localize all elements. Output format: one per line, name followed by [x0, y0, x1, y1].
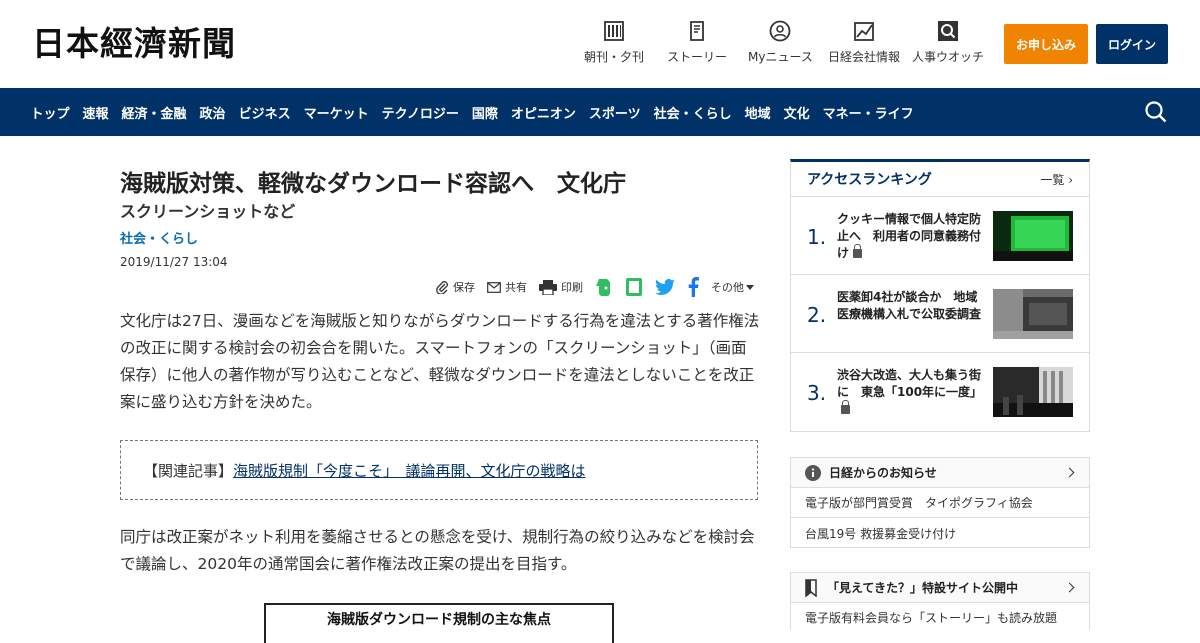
site-header: 日本經濟新聞 朝刊・夕刊 ストーリー Myニュース 日経会社情報 人事ウオッチ …	[0, 0, 1200, 88]
twitter-icon[interactable]	[655, 278, 675, 296]
article-paragraph-1: 文化庁は27日、漫画などを海賊版と知りながらダウンロードする行為を違法とする著作…	[120, 312, 760, 411]
caret-down-icon	[746, 284, 754, 290]
newspaper-icon	[604, 21, 624, 41]
nav-story[interactable]: ストーリー	[667, 20, 727, 70]
nav-company-info[interactable]: 日経会社情報	[828, 20, 900, 70]
thumbnail-image	[993, 211, 1073, 261]
article-subtitle: スクリーンショットなど	[120, 202, 296, 221]
printer-icon	[539, 279, 557, 295]
ranking-more-link[interactable]: 一覧 ›	[1040, 171, 1073, 188]
user-icon	[770, 20, 791, 42]
figure-title: 海賊版ダウンロード規制の主な焦点	[264, 603, 614, 643]
nav-item-society[interactable]: 社会・くらし	[647, 103, 738, 122]
lock-icon	[853, 244, 863, 258]
ranking-text: クッキー情報で個人特定防止へ 利用者の同意義務付け	[837, 212, 982, 260]
subscribe-button[interactable]: お申し込み	[1004, 24, 1088, 64]
info-icon	[805, 464, 821, 481]
chevron-right-icon	[1064, 582, 1075, 593]
nav-item-culture[interactable]: 文化	[777, 103, 816, 122]
lock-icon	[841, 400, 850, 414]
nav-story-label: ストーリー	[667, 50, 728, 64]
thumbnail-image	[993, 289, 1073, 339]
nav-item-business[interactable]: ビジネス	[232, 103, 297, 122]
ranking-text: 医薬卸4社が談合か 地域医療機構入札で公取委調査	[837, 290, 982, 321]
ranking-item[interactable]: 2. 医薬卸4社が談合か 地域医療機構入札で公取委調査	[791, 275, 1089, 353]
nav-item-politics[interactable]: 政治	[193, 103, 232, 122]
notice-item[interactable]: 台風19号 救援募金受け付け	[791, 518, 1089, 548]
article-paragraph-2: 同庁は改正案がネット利用を萎縮させるとの懸念を受け、規制行為の絞り込みなどを検討…	[120, 528, 755, 573]
category-nav: トップ 速報 経済・金融 政治 ビジネス マーケット テクノロジー 国際 オピニ…	[0, 88, 1200, 136]
nav-item-technology[interactable]: テクノロジー	[375, 103, 465, 122]
special-title: 「見えてきた？」特設サイト公開中	[827, 581, 1019, 595]
nav-mynews[interactable]: Myニュース	[748, 20, 813, 70]
nav-newspaper[interactable]: 朝刊・夕刊	[584, 20, 644, 70]
site-logo[interactable]: 日本經濟新聞	[32, 26, 236, 62]
clip-icon	[436, 280, 448, 294]
ranking-item[interactable]: 1. クッキー情報で個人特定防止へ 利用者の同意義務付け	[791, 197, 1089, 275]
nav-personnel-label: 人事ウオッチ	[912, 50, 985, 64]
bookmark-icon	[805, 578, 817, 597]
ranking-text: 渋谷大改造、大人も集う街に 東急「100年に一度」	[837, 367, 985, 418]
article-toolbar: 保存 共有 印刷 その他	[120, 274, 758, 300]
ranking-number: 2.	[807, 303, 827, 327]
notice-header[interactable]: 日経からのお知らせ	[791, 458, 1089, 488]
nav-item-money-life[interactable]: マネー・ライフ	[816, 103, 920, 122]
nav-company-info-label: 日経会社情報	[828, 50, 901, 64]
article-category[interactable]: 社会・くらし	[120, 230, 760, 250]
chart-icon	[854, 22, 874, 41]
ranking-number: 3.	[807, 381, 827, 405]
access-ranking: アクセスランキング 一覧 › 1. クッキー情報で個人特定防止へ 利用者の同意義…	[790, 159, 1090, 432]
print-button[interactable]: 印刷	[539, 279, 583, 295]
related-article-box: 【関連記事】 海賊版規制「今度こそ」 議論再開、文化庁の戦略は	[120, 440, 758, 500]
save-button[interactable]: 保存	[436, 279, 475, 295]
special-header[interactable]: 「見えてきた？」特設サイト公開中	[791, 573, 1089, 603]
ranking-header: アクセスランキング 一覧 ›	[791, 162, 1089, 197]
nav-personnel[interactable]: 人事ウオッチ	[912, 20, 984, 70]
notice-title: 日経からのお知らせ	[829, 466, 937, 480]
article-date: 2019/11/27 13:04	[120, 255, 228, 269]
nav-item-opinion[interactable]: オピニオン	[504, 103, 582, 122]
notice-item[interactable]: 電子版が部門賞受賞 タイポグラフィ協会	[791, 488, 1089, 518]
nav-mynews-label: Myニュース	[748, 50, 813, 64]
article: 海賊版対策、軽微なダウンロード容認へ 文化庁 スクリーンショットなど 社会・くら…	[120, 160, 760, 643]
nav-item-top[interactable]: トップ	[24, 103, 76, 122]
search-person-icon	[938, 21, 958, 41]
related-label: 【関連記事】	[143, 461, 234, 480]
related-article-link[interactable]: 海賊版規制「今度こそ」 議論再開、文化庁の戦略は	[233, 460, 586, 481]
evernote-icon[interactable]	[595, 277, 613, 297]
nav-item-market[interactable]: マーケット	[297, 103, 375, 122]
nav-item-international[interactable]: 国際	[465, 103, 504, 122]
nikkei-notice: 日経からのお知らせ 電子版が部門賞受賞 タイポグラフィ協会 台風19号 救援募金…	[790, 457, 1090, 548]
chevron-right-icon	[1064, 467, 1075, 478]
nav-item-economy[interactable]: 経済・金融	[115, 103, 193, 122]
memo-icon[interactable]	[625, 277, 643, 297]
nav-item-sports[interactable]: スポーツ	[582, 103, 647, 122]
share-button[interactable]: 共有	[487, 279, 527, 295]
nav-newspaper-label: 朝刊・夕刊	[584, 50, 645, 64]
ranking-number: 1.	[807, 225, 827, 249]
ranking-title: アクセスランキング	[807, 172, 932, 188]
special-site: 「見えてきた？」特設サイト公開中 電子版有料会員なら「ストーリー」も読み放題	[790, 572, 1090, 630]
more-menu[interactable]: その他	[711, 279, 758, 295]
search-icon[interactable]	[1144, 100, 1168, 124]
thumbnail-image	[993, 367, 1073, 417]
facebook-icon[interactable]	[687, 277, 699, 297]
nav-item-region[interactable]: 地域	[738, 103, 777, 122]
nav-item-breaking[interactable]: 速報	[76, 103, 115, 122]
mail-icon	[487, 281, 501, 293]
login-button[interactable]: ログイン	[1096, 24, 1168, 64]
story-icon	[690, 21, 704, 41]
ranking-item[interactable]: 3. 渋谷大改造、大人も集う街に 東急「100年に一度」	[791, 353, 1089, 431]
special-item[interactable]: 電子版有料会員なら「ストーリー」も読み放題	[791, 603, 1089, 631]
article-title: 海賊版対策、軽微なダウンロード容認へ 文化庁	[120, 171, 626, 197]
